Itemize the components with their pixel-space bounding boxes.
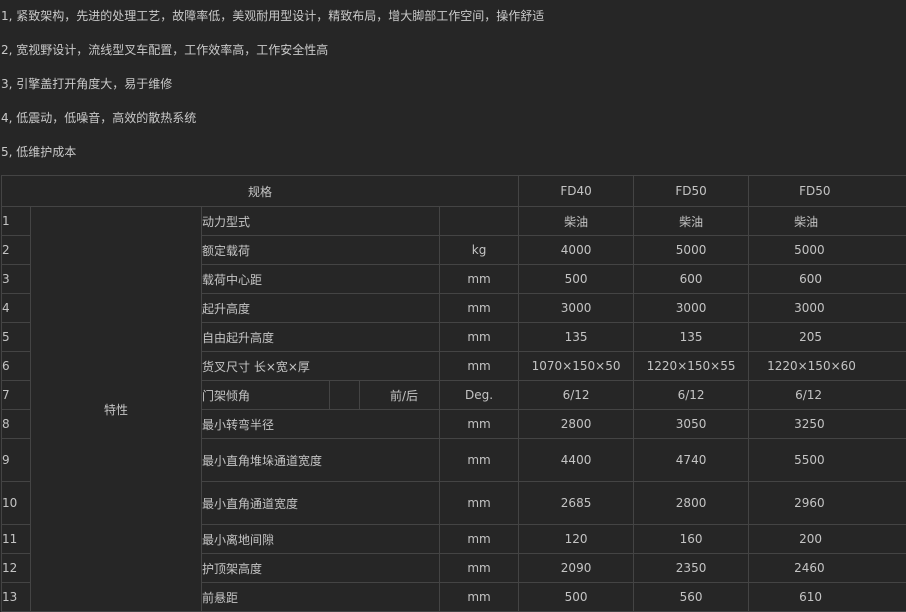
- row-unit: mm: [440, 323, 519, 352]
- row-number: 7: [2, 381, 31, 410]
- row-value: 3000: [634, 294, 749, 323]
- feature-item: 1, 紧致架构，先进的处理工艺，故障率低，美观耐用型设计，精致布局，增大脚部工作…: [1, 6, 544, 26]
- row-value: 4740: [634, 439, 749, 482]
- row-spacer: [330, 381, 360, 410]
- spec-table: 规格 FD40 FD50 FD50 1 特性 动力型式 柴油 柴油 柴油 2 额…: [1, 175, 906, 612]
- row-name: 动力型式: [202, 207, 440, 236]
- row-value: 柴油: [519, 207, 634, 236]
- row-value: 600: [749, 265, 906, 294]
- row-unit: mm: [440, 525, 519, 554]
- row-number: 4: [2, 294, 31, 323]
- row-value: 3250: [749, 410, 906, 439]
- model-header-cell: FD50: [634, 176, 749, 207]
- row-value: 5000: [634, 236, 749, 265]
- row-unit: mm: [440, 265, 519, 294]
- row-unit: mm: [440, 352, 519, 381]
- row-name: 最小直角堆垛通道宽度: [202, 439, 440, 482]
- category-cell: 特性: [31, 207, 202, 612]
- row-value: 3000: [519, 294, 634, 323]
- row-value: 1070×150×50: [519, 352, 634, 381]
- row-value: 2960: [749, 482, 906, 525]
- row-unit: mm: [440, 294, 519, 323]
- row-value: 2350: [634, 554, 749, 583]
- row-name: 最小转弯半径: [202, 410, 440, 439]
- row-number: 6: [2, 352, 31, 381]
- row-value: 160: [634, 525, 749, 554]
- row-number: 1: [2, 207, 31, 236]
- feature-item: 3, 引擎盖打开角度大，易于维修: [1, 74, 172, 94]
- row-unit: mm: [440, 583, 519, 612]
- row-value: 2460: [749, 554, 906, 583]
- row-name: 门架倾角: [202, 381, 330, 410]
- row-value: 2800: [634, 482, 749, 525]
- row-value: 200: [749, 525, 906, 554]
- row-number: 13: [2, 583, 31, 612]
- row-value: 500: [519, 583, 634, 612]
- row-number: 9: [2, 439, 31, 482]
- row-value: 135: [634, 323, 749, 352]
- row-value: 6/12: [519, 381, 634, 410]
- row-name: 额定载荷: [202, 236, 440, 265]
- row-value: 120: [519, 525, 634, 554]
- row-value: 6/12: [634, 381, 749, 410]
- table-header-row: 规格 FD40 FD50 FD50: [2, 176, 906, 207]
- row-name: 最小直角通道宽度: [202, 482, 440, 525]
- feature-item: 4, 低震动，低噪音，高效的散热系统: [1, 108, 196, 128]
- row-unit: kg: [440, 236, 519, 265]
- row-number: 3: [2, 265, 31, 294]
- row-unit: mm: [440, 482, 519, 525]
- row-name: 前悬距: [202, 583, 440, 612]
- row-value: 4000: [519, 236, 634, 265]
- row-name: 载荷中心距: [202, 265, 440, 294]
- row-subname: 前/后: [360, 381, 440, 410]
- row-value: 1220×150×60: [749, 352, 906, 381]
- spec-header-cell: 规格: [2, 176, 519, 207]
- row-value: 135: [519, 323, 634, 352]
- row-value: 3050: [634, 410, 749, 439]
- row-unit: mm: [440, 410, 519, 439]
- row-value: 柴油: [634, 207, 749, 236]
- row-unit: Deg.: [440, 381, 519, 410]
- row-value: 4400: [519, 439, 634, 482]
- feature-item: 2, 宽视野设计，流线型叉车配置，工作效率高，工作安全性高: [1, 40, 328, 60]
- model-header-cell: FD50: [749, 176, 906, 207]
- row-value: 3000: [749, 294, 906, 323]
- row-number: 8: [2, 410, 31, 439]
- row-unit: mm: [440, 439, 519, 482]
- row-value: 600: [634, 265, 749, 294]
- row-number: 5: [2, 323, 31, 352]
- row-value: 2090: [519, 554, 634, 583]
- feature-item: 5, 低维护成本: [1, 142, 76, 162]
- table-row: 1 特性 动力型式 柴油 柴油 柴油: [2, 207, 906, 236]
- row-value: 610: [749, 583, 906, 612]
- row-value: 柴油: [749, 207, 906, 236]
- row-value: 6/12: [749, 381, 906, 410]
- row-number: 10: [2, 482, 31, 525]
- row-name: 最小离地间隙: [202, 525, 440, 554]
- row-value: 5500: [749, 439, 906, 482]
- row-value: 2685: [519, 482, 634, 525]
- row-name: 自由起升高度: [202, 323, 440, 352]
- row-unit: [440, 207, 519, 236]
- row-name: 护顶架高度: [202, 554, 440, 583]
- row-value: 205: [749, 323, 906, 352]
- row-number: 2: [2, 236, 31, 265]
- row-value: 1220×150×55: [634, 352, 749, 381]
- row-value: 2800: [519, 410, 634, 439]
- row-number: 11: [2, 525, 31, 554]
- row-name: 货叉尺寸 长×宽×厚: [202, 352, 440, 381]
- row-number: 12: [2, 554, 31, 583]
- row-value: 5000: [749, 236, 906, 265]
- row-name: 起升高度: [202, 294, 440, 323]
- row-value: 500: [519, 265, 634, 294]
- model-header-cell: FD40: [519, 176, 634, 207]
- row-value: 560: [634, 583, 749, 612]
- row-unit: mm: [440, 554, 519, 583]
